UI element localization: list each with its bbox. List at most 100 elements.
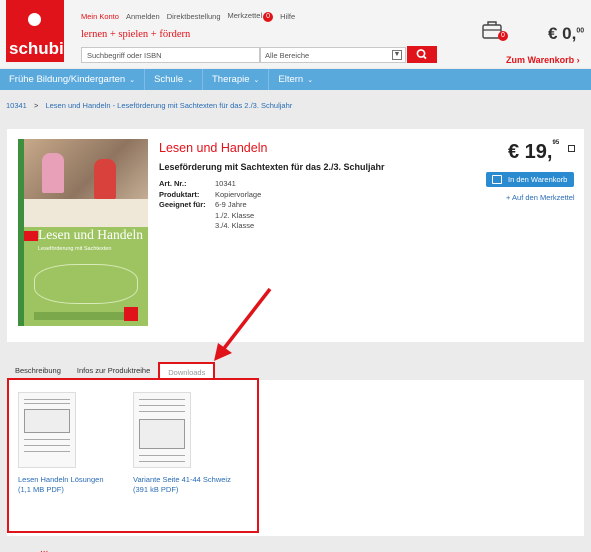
wishlist-count-badge: 0 — [263, 12, 274, 22]
thumb-line — [24, 445, 70, 446]
nav-item-eltern[interactable]: Eltern ⌄ — [268, 69, 322, 90]
product-cover-image[interactable]: Lesen und Handeln Leseförderung mit Sach… — [18, 139, 148, 326]
nav-item-schule[interactable]: Schule ⌄ — [144, 69, 202, 90]
link-hilfe[interactable]: Hilfe — [280, 12, 295, 21]
spec-key: Geeignet für: — [159, 200, 206, 209]
thumb-line — [139, 411, 185, 412]
spec-key — [159, 221, 215, 232]
add-to-cart-label: In den Warenkorb — [508, 175, 568, 184]
download-title: Variante Seite 41-44 Schweiz — [133, 475, 231, 484]
logo-dot — [28, 13, 41, 26]
link-direktbestellung[interactable]: Direktbestellung — [167, 12, 221, 21]
slogan: lernen + spielen + fördern — [81, 29, 191, 40]
price-info-checkbox[interactable] — [568, 145, 575, 152]
cart-link[interactable]: Zum Warenkorb › — [506, 55, 580, 65]
price-cents: 95 — [552, 140, 560, 146]
link-mein-konto[interactable]: Mein Konto — [81, 12, 119, 21]
cart-icon — [492, 175, 502, 184]
thumb-line — [139, 399, 185, 400]
schubi-logo[interactable]: schubi — [6, 0, 64, 62]
cover-illustration — [34, 264, 138, 304]
cover-photo — [24, 139, 148, 227]
cover-photo-desk — [24, 199, 148, 227]
cover-badge — [124, 307, 138, 321]
add-to-cart-button[interactable]: In den Warenkorb — [486, 172, 574, 187]
spec-value: 6-9 Jahre — [215, 200, 247, 209]
product-specs: Art. Nr.: 10341 Produktart: Kopiervorlage … — [159, 179, 261, 232]
download-link[interactable]: Variante Seite 41-44 Schweiz (391 kB PDF… — [133, 475, 231, 494]
chevron-down-icon: ⌄ — [307, 77, 314, 84]
nav-item-label: Therapie — [212, 74, 250, 85]
site-header: schubi Mein Konto Anmelden Direktbestell… — [0, 0, 591, 68]
spec-key — [159, 211, 215, 222]
thumb-line — [139, 405, 185, 406]
spec-value: 3./4. Klasse — [215, 221, 255, 230]
category-select-value: Alle Bereiche — [265, 51, 310, 60]
spec-row: Art. Nr.: 10341 — [159, 179, 261, 190]
thumb-line — [24, 399, 70, 400]
spec-row: 3./4. Klasse — [159, 221, 261, 232]
search-button[interactable] — [407, 46, 437, 63]
price-main: € 19, — [508, 141, 553, 163]
breadcrumb-link[interactable]: 10341 — [6, 101, 27, 110]
nav-item-therapie[interactable]: Therapie ⌄ — [202, 69, 268, 90]
download-thumbnail[interactable] — [18, 392, 76, 468]
chevron-down-icon: ⌄ — [187, 77, 193, 84]
thumb-box — [139, 419, 185, 449]
cover-subtitle: Leseförderung mit Sachtexten — [38, 246, 112, 252]
nav-item-label: Eltern — [278, 74, 304, 85]
spec-value: 10341 — [215, 179, 236, 188]
search-icon — [416, 49, 427, 60]
nav-item-label: Schule — [154, 74, 184, 85]
spec-value: 1./2. Klasse — [215, 210, 255, 220]
footer-partial-text: ... — [40, 544, 49, 552]
cover-photo-figure — [42, 153, 64, 193]
nav-item-fruehe-bildung[interactable]: Frühe Bildung/Kindergarten ⌄ — [0, 69, 144, 90]
cover-footer-bar — [34, 312, 124, 320]
add-to-wishlist-link[interactable]: + Auf den Merkzettel — [506, 193, 575, 202]
spec-row: Produktart: Kopiervorlage — [159, 190, 261, 201]
nav-item-label: Frühe Bildung/Kindergarten — [9, 74, 126, 85]
annotation-arrow — [214, 287, 272, 361]
link-merkzettel[interactable]: Merkzettel 0 — [228, 11, 274, 22]
cart-total: € 0,00 — [548, 24, 584, 44]
download-size: (1,1 MB PDF) — [18, 484, 64, 494]
breadcrumb-separator: > — [33, 101, 39, 110]
product-subtitle: Leseförderung mit Sachtexten für das 2./… — [159, 162, 385, 172]
breadcrumb-current[interactable]: Lesen und Handeln - Leseförderung mit Sa… — [45, 101, 292, 110]
chevron-down-icon: ⌄ — [129, 77, 136, 84]
category-select[interactable]: Alle Bereiche ▼ — [260, 47, 406, 63]
main-nav: Frühe Bildung/Kindergarten ⌄ Schule ⌄ Ther… — [0, 69, 591, 90]
cover-title: Lesen und Handeln — [38, 227, 143, 242]
spec-row: 1./2. Klasse — [159, 211, 261, 222]
spec-key: Art. Nr.: — [159, 179, 187, 188]
cart-total-main: € 0, — [548, 24, 577, 43]
thumb-line — [24, 451, 70, 452]
search-input[interactable]: Suchbegriff oder ISBN — [81, 47, 260, 63]
cart-count-badge: 0 — [498, 31, 508, 41]
logo-text: schubi — [9, 39, 64, 58]
top-links: Mein Konto Anmelden Direktbestellung Mer… — [81, 11, 295, 22]
spec-row: Geeignet für: 6-9 Jahre — [159, 200, 261, 211]
cart-total-cents: 00 — [576, 27, 585, 35]
product-price: € 19,95 — [508, 140, 559, 164]
spec-key: Produktart: — [159, 189, 200, 199]
download-link[interactable]: Lesen Handeln Lösungen (1,1 MB PDF) — [18, 475, 104, 494]
chevron-down-icon: ⌄ — [253, 77, 260, 84]
thumb-line — [24, 439, 70, 440]
download-thumbnail[interactable] — [133, 392, 191, 468]
breadcrumb: 10341 > Lesen und Handeln - Leseförderun… — [6, 101, 292, 110]
link-anmelden[interactable]: Anmelden — [126, 12, 160, 21]
thumb-line — [139, 461, 185, 462]
thumb-line — [139, 455, 185, 456]
thumb-line — [24, 403, 70, 404]
merkzettel-label: Merkzettel — [227, 11, 263, 20]
chevron-down-icon: ▼ — [392, 50, 402, 60]
download-title: Lesen Handeln Lösungen — [18, 475, 104, 484]
download-size: (391 kB PDF) — [133, 484, 179, 494]
product-title: Lesen und Handeln — [159, 141, 268, 155]
thumb-box — [24, 409, 70, 433]
spec-value: Kopiervorlage — [215, 189, 262, 199]
cover-photo-figure — [94, 159, 116, 199]
cover-red-tab — [24, 231, 38, 241]
